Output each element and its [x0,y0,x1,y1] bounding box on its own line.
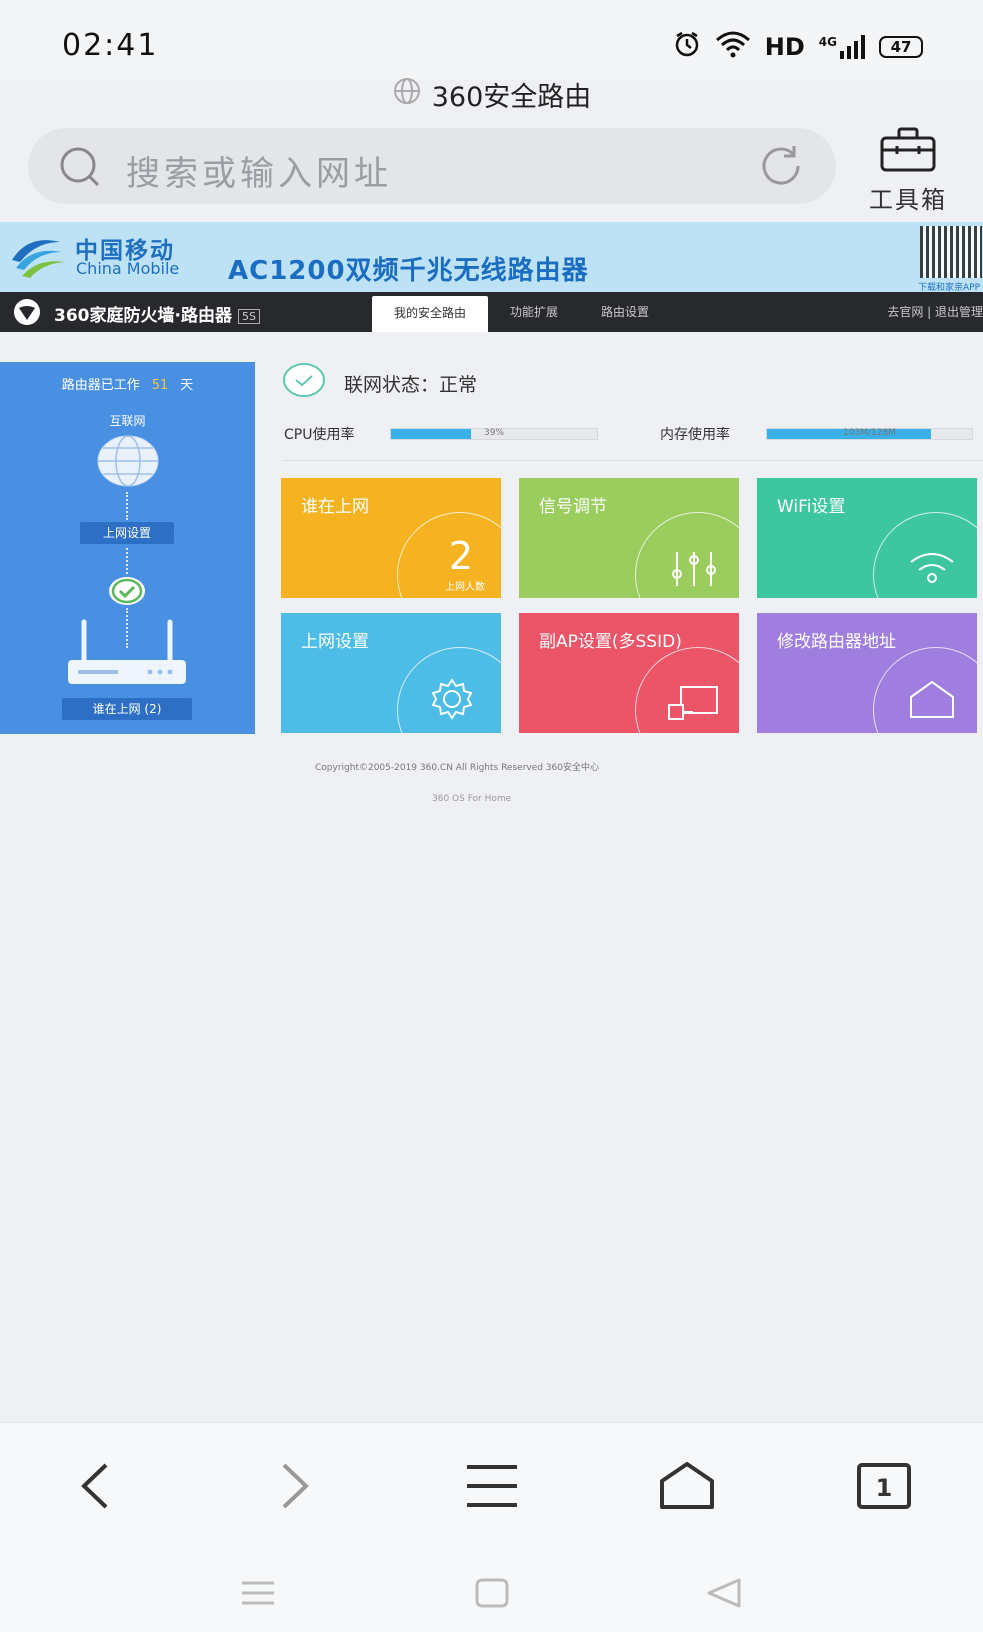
connector-dots [126,548,128,574]
tile-title: 信号调节 [539,497,607,517]
main-content: 路由器已工作 51 天 互联网 上网设置 谁在上网 (2) 联网状态：正常 CPU使… [0,332,983,1422]
router-icon [66,618,188,692]
divider [282,460,983,461]
tabs-icon[interactable]: 1 [856,1461,912,1515]
uptime-text: 路由器已工作 51 天 [0,374,255,393]
status-bar: 02:41 HD 4G 47 [0,0,983,80]
globe-icon [392,76,422,113]
connector-dots [126,492,128,520]
tile-title: WiFi设置 [777,497,846,517]
recents-icon[interactable] [240,1578,276,1612]
tab-router-settings[interactable]: 路由设置 [601,292,649,332]
check-circle-icon [108,576,146,610]
cpu-label: CPU使用率 [284,427,355,443]
uptime-days: 51 [151,378,169,393]
sliders-icon [669,548,719,594]
online-devices-button[interactable]: 谁在上网 (2) [62,698,192,720]
model-badge: 5S [237,308,260,324]
home-icon[interactable] [658,1461,716,1515]
brand-name: 360家庭防火墙·路由器 [54,306,232,326]
network-type: HD [764,33,805,61]
brand-title: 360家庭防火墙·路由器 5S [54,301,260,326]
browser-bottom-nav: 1 [0,1422,983,1552]
toolbox-icon [879,127,937,178]
alarm-icon [673,30,701,64]
search-icon [58,146,104,192]
toolbox-label: 工具箱 [869,186,947,214]
wifi-icon [715,30,751,64]
wifi-signal-icon [907,548,957,588]
status-icons: HD 4G 47 [673,30,923,64]
nav-right-links[interactable]: 去官网 | 退出管理 [887,292,983,332]
os-label: 360 OS For Home [432,794,512,804]
tile-title: 副AP设置(多SSID) [539,632,682,652]
china-mobile-logo [8,232,66,284]
tile-title: 谁在上网 [301,497,369,517]
copyright-text: Copyright©2005-2019 360.CN All Rights Re… [315,763,600,773]
back-icon[interactable] [76,1461,116,1515]
connection-status-text: 联网状态：正常 [344,374,478,396]
360-logo [10,298,44,330]
ap-icon [665,683,721,727]
signal-type: 4G [818,35,837,49]
online-count: 2 [448,534,473,578]
banner-title: AC1200双频千兆无线路由器 [228,256,589,286]
refresh-icon[interactable] [758,144,806,192]
router-nav: 360家庭防火墙·路由器 5S 我的安全路由 功能扩展 路由设置 去官网 | 退出… [0,292,983,332]
signal-icon: 4G [819,35,865,59]
home-icon [907,679,957,725]
carrier-name-en: China Mobile [76,259,180,278]
tile-internet-settings[interactable]: 上网设置 [281,613,501,733]
system-back-icon[interactable] [706,1578,742,1612]
online-count-label: 上网人数 [445,582,485,593]
net-settings-button[interactable]: 上网设置 [80,522,174,544]
menu-icon[interactable] [465,1461,519,1515]
tabs-count: 1 [876,1474,893,1502]
forward-icon[interactable] [274,1461,314,1515]
tab-my-router[interactable]: 我的安全路由 [372,296,488,332]
memory-usage-bar: 103M/128M [766,428,973,440]
page-url-title[interactable]: 360安全路由 [0,75,983,114]
gear-icon [427,677,477,725]
tile-router-address[interactable]: 修改路由器地址 [757,613,977,733]
search-input[interactable]: 搜索或输入网址 [28,128,836,204]
memory-label: 内存使用率 [660,427,730,443]
tile-sub-ap-settings[interactable]: 副AP设置(多SSID) [519,613,739,733]
search-placeholder: 搜索或输入网址 [126,154,392,194]
uptime-prefix: 路由器已工作 [61,378,140,393]
tile-wifi-settings[interactable]: WiFi设置 [757,478,977,598]
internet-label: 互联网 [109,414,146,428]
url-title-text: 360安全路由 [431,82,592,113]
system-home-icon[interactable] [474,1578,510,1612]
battery-icon: 47 [879,36,923,58]
system-nav-bar [0,1552,983,1632]
check-circle-icon [282,362,326,402]
tile-title: 上网设置 [301,632,369,652]
header-banner: 中国移动 China Mobile AC1200双频千兆无线路由器 下载和家亲A… [0,222,983,292]
qr-label: 下载和家亲APP [918,283,981,292]
qr-code [920,226,982,278]
globe-icon [97,434,159,492]
cpu-usage-bar: 39% [390,428,598,440]
tile-signal-adjust[interactable]: 信号调节 [519,478,739,598]
memory-usage-value: 103M/128M [843,428,896,438]
tab-extensions[interactable]: 功能扩展 [510,292,558,332]
tile-who-online[interactable]: 谁在上网 2 上网人数 [281,478,501,598]
toolbox-button[interactable]: 工具箱 [858,126,958,215]
status-time: 02:41 [62,28,159,63]
tile-title: 修改路由器地址 [777,632,896,652]
cpu-usage-value: 39% [483,428,504,438]
uptime-unit: 天 [180,378,194,393]
side-panel: 路由器已工作 51 天 互联网 上网设置 谁在上网 (2) [0,362,255,734]
